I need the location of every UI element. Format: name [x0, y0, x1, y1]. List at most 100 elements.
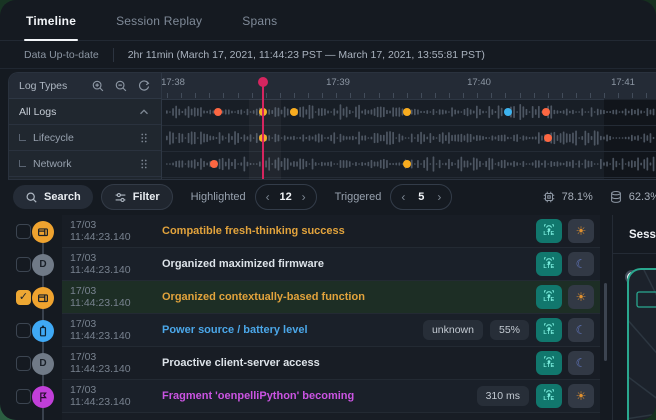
- value-badge: 55%: [490, 320, 529, 340]
- moon-mode-badge[interactable]: ☾: [568, 252, 594, 276]
- event-dot-blue[interactable]: [504, 108, 512, 116]
- axis-tick: [364, 93, 365, 98]
- axis-tick: [604, 93, 605, 98]
- search-icon: [25, 191, 38, 204]
- row-checkbox[interactable]: [16, 389, 31, 404]
- wifi-icon: [543, 224, 555, 231]
- value-badge: 310 ms: [477, 386, 529, 406]
- row-checkbox[interactable]: [16, 224, 31, 239]
- time-axis: 17:3817:3917:4017:41: [161, 73, 656, 100]
- network-lte-badge[interactable]: LTE: [536, 285, 562, 309]
- axis-tick: [266, 93, 267, 98]
- cpu-meter: 78.1%: [542, 190, 593, 204]
- log-row[interactable]: D 17/03 11:44:23.140Organized maximized f…: [0, 248, 611, 281]
- axis-tick: [407, 93, 408, 98]
- waveform-lane-network[interactable]: [161, 151, 656, 178]
- log-types-label: Log Types: [19, 80, 82, 92]
- chevron-up-icon[interactable]: [137, 105, 151, 119]
- flag-icon: [32, 386, 54, 408]
- playhead[interactable]: [262, 78, 264, 179]
- drag-handle-icon[interactable]: [137, 157, 151, 171]
- drag-handle-icon[interactable]: [137, 131, 151, 145]
- refresh-icon[interactable]: [137, 79, 151, 93]
- memory-meter: 62.3%: [609, 190, 656, 204]
- waveform-lane-all-logs[interactable]: [161, 99, 656, 126]
- tab-spans[interactable]: Spans: [240, 14, 279, 40]
- log-message: Compatible fresh-thinking success: [162, 225, 529, 237]
- playhead-knob[interactable]: [258, 77, 268, 87]
- tab-bar: Timeline Session Replay Spans: [0, 0, 656, 41]
- sun-mode-badge[interactable]: ☀: [568, 384, 594, 408]
- triggered-pager: ‹ 5 ›: [390, 184, 452, 210]
- filter-label: Filter: [133, 191, 160, 203]
- axis-tick: [322, 93, 323, 98]
- value-badge: unknown: [423, 320, 483, 340]
- prev-icon[interactable]: ‹: [266, 191, 270, 203]
- event-dot-amber[interactable]: [290, 108, 298, 116]
- sun-mode-badge[interactable]: ☀: [568, 285, 594, 309]
- card-icon: [32, 287, 54, 309]
- log-row-content[interactable]: 17/03 11:44:23.140Fragment 'oenpelliPyth…: [62, 380, 600, 413]
- event-dot-amber[interactable]: [403, 160, 411, 168]
- next-icon[interactable]: ›: [437, 191, 441, 203]
- axis-tick: [491, 93, 492, 98]
- log-row[interactable]: ✓ 17/03 11:44:23.140Organized contextuall…: [0, 281, 611, 314]
- log-row[interactable]: 17/03 11:44:23.140Fragment 'oenpelliPyth…: [0, 380, 611, 413]
- log-type-row-lifecycle[interactable]: Lifecycle: [9, 125, 161, 151]
- triggered-count: 5: [414, 191, 428, 203]
- log-row[interactable]: D17/03 11:44:23.140Proactive client-serv…: [0, 347, 611, 380]
- log-row-content[interactable]: 17/03 11:44:23.140Organized contextually…: [62, 281, 600, 314]
- axis-tick: [308, 93, 309, 98]
- tab-session-replay[interactable]: Session Replay: [114, 14, 204, 40]
- event-dot-orange[interactable]: [542, 108, 550, 116]
- log-type-label: Network: [33, 158, 137, 170]
- row-checkbox[interactable]: [16, 323, 31, 338]
- divider: [113, 48, 114, 62]
- prev-icon[interactable]: ‹: [401, 191, 405, 203]
- log-row-content[interactable]: 17/03 11:44:23.140Compatible fresh-think…: [62, 215, 600, 248]
- zoom-in-icon[interactable]: [91, 79, 105, 93]
- axis-tick: [646, 93, 647, 98]
- branch-icon: [19, 134, 26, 141]
- sun-mode-badge[interactable]: ☀: [568, 219, 594, 243]
- event-dot-orange[interactable]: [214, 108, 222, 116]
- search-button[interactable]: Search: [13, 185, 93, 209]
- moon-mode-badge[interactable]: ☾: [568, 318, 594, 342]
- filter-button[interactable]: Filter: [101, 184, 173, 210]
- network-lte-badge[interactable]: LTE: [536, 351, 562, 375]
- log-row-content[interactable]: 17/03 11:44:23.140Organized maximized fi…: [62, 248, 600, 281]
- network-lte-badge[interactable]: LTE: [536, 384, 562, 408]
- event-dot-amber[interactable]: [403, 108, 411, 116]
- waveform-lane-lifecycle[interactable]: [161, 125, 656, 152]
- log-type-row-all-logs[interactable]: All Logs: [9, 99, 161, 125]
- tab-timeline[interactable]: Timeline: [24, 14, 78, 40]
- axis-tick: [181, 93, 182, 98]
- axis-tick: [209, 93, 210, 98]
- axis-tick: [562, 93, 563, 98]
- log-type-label: All Logs: [19, 106, 137, 118]
- row-checkbox[interactable]: [16, 356, 31, 371]
- timeline-wave-area[interactable]: 17:3817:3917:4017:41: [161, 73, 656, 179]
- device-screen-preview[interactable]: [627, 268, 656, 420]
- next-icon[interactable]: ›: [302, 191, 306, 203]
- event-dot-orange[interactable]: [544, 134, 552, 142]
- row-checkbox[interactable]: [16, 257, 31, 272]
- log-message: Proactive client-server access: [162, 357, 529, 369]
- row-checkbox[interactable]: ✓: [16, 290, 31, 305]
- zoom-out-icon[interactable]: [114, 79, 128, 93]
- network-lte-badge[interactable]: LTE: [536, 252, 562, 276]
- log-type-row-network[interactable]: Network: [9, 151, 161, 177]
- network-lte-badge[interactable]: LTE: [536, 318, 562, 342]
- log-row-content[interactable]: 17/03 11:44:23.140Power source / battery…: [62, 314, 600, 347]
- log-row[interactable]: 17/03 11:44:23.140Compatible fresh-think…: [0, 215, 611, 248]
- moon-mode-badge[interactable]: ☾: [568, 351, 594, 375]
- log-row[interactable]: 17/03 11:44:23.140Power source / battery…: [0, 314, 611, 347]
- wifi-icon: [543, 257, 555, 264]
- log-row-content[interactable]: 17/03 11:44:23.140 Proactive client-serve…: [62, 347, 600, 380]
- letter-d-icon: D: [32, 254, 54, 276]
- event-dot-orange[interactable]: [210, 160, 218, 168]
- timeline-panel: 17:3817:3917:4017:41 Log Types All Logs L…: [8, 72, 656, 180]
- network-lte-badge[interactable]: LTE: [536, 219, 562, 243]
- log-timestamp: 17/03 11:44:23.140: [70, 351, 154, 375]
- log-message: Power source / battery level: [162, 324, 416, 336]
